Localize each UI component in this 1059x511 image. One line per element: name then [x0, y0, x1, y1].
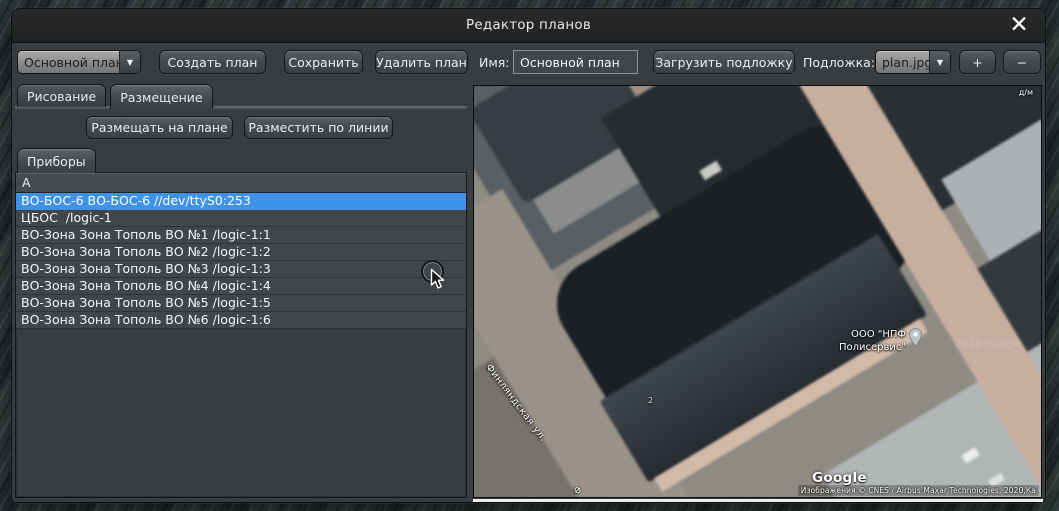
scale-label: д/м: [1019, 88, 1033, 97]
tab-devices[interactable]: Приборы: [17, 148, 96, 173]
google-logo: Google: [812, 470, 867, 486]
satellite-image: [473, 85, 1042, 498]
mouse-cursor: [430, 268, 445, 290]
underlay-label: Подложка:: [803, 50, 875, 74]
zoom-in-button[interactable]: +: [959, 50, 996, 74]
device-row[interactable]: ВО-БОС-6 ВО-БОС-6 //dev/ttyS0:253: [16, 193, 466, 210]
place-by-line-button[interactable]: Разместить по линии: [244, 116, 393, 139]
device-row[interactable]: ВО-Зона Зона Тополь ВО №4 /logic-1:4: [16, 278, 466, 295]
device-row[interactable]: ВО-Зона Зона Тополь ВО №5 /logic-1:5: [16, 295, 466, 312]
device-row[interactable]: ЦБОС /logic-1: [16, 210, 466, 227]
device-row[interactable]: ВО-Зона Зона Тополь ВО №3 /logic-1:3: [16, 261, 466, 278]
plan-selector[interactable]: Основной план ▼: [17, 50, 141, 74]
save-button[interactable]: Сохранить: [284, 50, 363, 74]
load-underlay-button[interactable]: Загрузить подложку: [653, 50, 795, 74]
plan-map-canvas[interactable]: д/м Финляндская ул. Ф 2 ООО "НПФ Полисер…: [473, 85, 1042, 498]
google-faint-watermark: 2020 Google: [955, 338, 1022, 350]
chevron-down-icon[interactable]: ▼: [929, 51, 950, 73]
map-bottom-edge: [473, 499, 1043, 502]
toolbar: Основной план ▼ Создать план Сохранить У…: [12, 43, 1045, 81]
underlay-selector-value: plan.jpg: [876, 55, 929, 70]
titlebar[interactable]: Редактор планов ✕: [12, 9, 1045, 43]
underlay-selector[interactable]: plan.jpg ▼: [875, 50, 951, 74]
chevron-down-icon[interactable]: ▼: [119, 51, 140, 73]
place-on-plan-button[interactable]: Размещать на плане: [86, 116, 233, 139]
satellite-shape: [539, 497, 616, 498]
poi-label-line1: ООО "НПФ: [814, 328, 906, 341]
delete-plan-button[interactable]: Удалить план: [375, 50, 468, 74]
device-row[interactable]: ВО-Зона Зона Тополь ВО №1 /logic-1:1: [16, 227, 466, 244]
plan-editor-window: Редактор планов ✕ Основной план ▼ Создат…: [11, 8, 1046, 503]
tab-drawing[interactable]: Рисование: [17, 84, 106, 107]
device-list: А ВО-БОС-6 ВО-БОС-6 //dev/ttyS0:253 ЦБОС…: [15, 172, 467, 498]
placement-actions: Размещать на плане Разместить по линии: [86, 116, 393, 139]
desktop: Редактор планов ✕ Основной план ▼ Создат…: [0, 0, 1059, 511]
map-pin-icon[interactable]: [909, 328, 922, 347]
close-icon[interactable]: ✕: [1005, 11, 1033, 39]
name-label: Имя:: [479, 50, 510, 74]
device-list-column-header[interactable]: А: [16, 173, 466, 193]
tab-placement[interactable]: Размещение: [110, 84, 212, 109]
tab-bar: Рисование Размещение: [17, 84, 213, 109]
poi-label-line2: Полисервис": [814, 341, 906, 354]
name-input[interactable]: [513, 50, 638, 74]
device-row[interactable]: ВО-Зона Зона Тополь ВО №2 /logic-1:2: [16, 244, 466, 261]
window-title: Редактор планов: [12, 17, 1045, 33]
building-number-label: 2: [648, 396, 653, 405]
zoom-out-button[interactable]: −: [1003, 50, 1041, 74]
poi-label[interactable]: ООО "НПФ Полисервис": [814, 328, 906, 354]
create-plan-button[interactable]: Создать план: [159, 50, 266, 74]
map-attribution: Изображения © CNES / Airbus,Maxar Techno…: [798, 485, 1039, 496]
plan-selector-value: Основной план: [18, 55, 119, 70]
device-row[interactable]: ВО-Зона Зона Тополь ВО №6 /logic-1:6: [16, 312, 466, 329]
